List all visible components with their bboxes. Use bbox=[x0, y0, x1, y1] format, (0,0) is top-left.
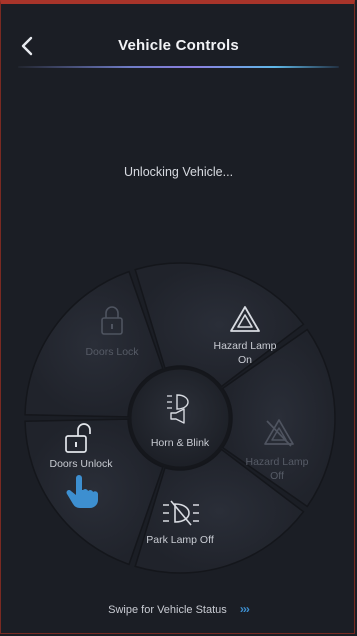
park-lamp-off-icon bbox=[163, 500, 199, 526]
center-hub[interactable] bbox=[128, 366, 232, 470]
doors-unlock-button[interactable]: Doors Unlock bbox=[36, 457, 126, 471]
page-title: Vehicle Controls bbox=[118, 37, 239, 54]
horn-blink-label: Horn & Blink bbox=[150, 437, 210, 449]
horn-blink-button[interactable]: Horn & Blink bbox=[135, 436, 225, 450]
status-text: Unlocking Vehicle... bbox=[123, 165, 234, 179]
doors-lock-label: Doors Lock bbox=[85, 346, 139, 358]
control-dial: Doors Lock Hazard Lamp On Hazard Lamp Of… bbox=[0, 250, 357, 590]
hazard-lamp-on-button[interactable]: Hazard Lamp On bbox=[200, 339, 290, 367]
hazard-lamp-off-button[interactable]: Hazard Lamp Off bbox=[232, 455, 322, 483]
header: Vehicle Controls bbox=[0, 0, 357, 70]
park-lamp-off-button[interactable]: Park Lamp Off bbox=[130, 533, 230, 547]
swipe-text: Swipe for Vehicle Status bbox=[108, 604, 227, 616]
hazard-off-label-line1: Hazard Lamp bbox=[245, 456, 309, 468]
header-divider bbox=[18, 66, 339, 68]
doors-lock-button[interactable]: Doors Lock bbox=[72, 345, 152, 359]
park-lamp-off-label: Park Lamp Off bbox=[146, 534, 214, 546]
hazard-off-label-line2: Off bbox=[270, 470, 284, 482]
swipe-hint[interactable]: Swipe for Vehicle Status ››› bbox=[0, 602, 357, 616]
doors-unlock-label: Doors Unlock bbox=[49, 458, 113, 470]
hazard-on-label-line1: Hazard Lamp bbox=[213, 340, 277, 352]
chevron-right-icon: ››› bbox=[239, 602, 250, 616]
hazard-on-label-line2: On bbox=[237, 354, 252, 366]
